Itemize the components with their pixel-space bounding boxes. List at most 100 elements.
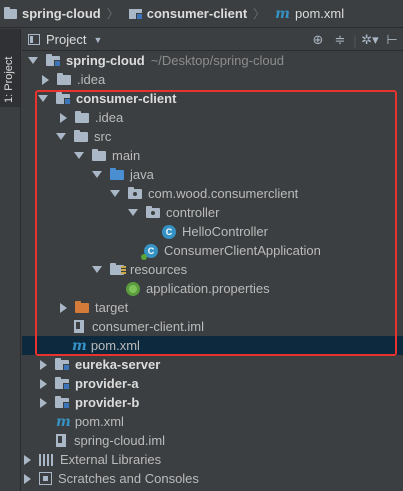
tree-item-eureka-server[interactable]: eureka-server <box>22 355 403 374</box>
collapse-arrow-icon[interactable] <box>40 359 47 370</box>
spring-properties-icon <box>126 281 140 296</box>
tree-item-label: resources <box>130 262 188 277</box>
expand-arrow-icon[interactable] <box>110 190 120 197</box>
tree-item-controller[interactable]: controller <box>22 203 403 222</box>
expand-arrow-icon[interactable] <box>128 209 138 216</box>
collapse-arrow-icon[interactable] <box>42 74 49 85</box>
tree-item-pom-xml-selected[interactable]: m pom.xml <box>22 336 403 355</box>
expand-arrow-icon[interactable] <box>92 266 102 273</box>
libraries-icon <box>39 453 54 466</box>
tree-item-root-pom-xml[interactable]: m pom.xml <box>22 412 403 431</box>
view-dropdown-icon[interactable]: ▼ <box>93 35 102 45</box>
tree-item-consumer-client-iml[interactable]: consumer-client.iml <box>22 317 403 336</box>
tree-item-label: pom.xml <box>74 414 124 429</box>
iml-file-icon <box>56 434 66 447</box>
java-class-icon: C <box>162 224 176 239</box>
tree-item-external-libraries[interactable]: External Libraries <box>22 450 403 469</box>
expand-arrow-icon[interactable] <box>74 152 84 159</box>
collapse-arrow-icon[interactable] <box>40 397 47 408</box>
tree-item-consumer-client-application[interactable]: C ConsumerClientApplication <box>22 241 403 260</box>
expand-arrow-icon[interactable] <box>38 95 48 102</box>
collapse-arrow-icon[interactable] <box>24 454 31 465</box>
collapse-arrow-icon[interactable] <box>24 473 31 484</box>
tool-window-stripe: 1: Project <box>0 29 21 491</box>
resources-folder-icon <box>110 262 126 275</box>
tree-item-label: spring-cloud.iml <box>74 433 166 448</box>
tree-item-resources[interactable]: resources <box>22 260 403 279</box>
toolbar-divider: | <box>353 32 357 48</box>
breadcrumb-consumer-client[interactable]: consumer-client 〉 <box>128 0 275 28</box>
module-folder-icon <box>55 395 70 409</box>
settings-gear-icon[interactable]: ✲▾ <box>359 32 381 48</box>
excluded-folder-icon <box>75 300 89 313</box>
tree-item-label: provider-a <box>75 376 139 391</box>
tree-item-label: External Libraries <box>60 452 162 467</box>
tree-item-provider-a[interactable]: provider-a <box>22 374 403 393</box>
breadcrumb-separator: 〉 <box>253 7 266 21</box>
maven-icon: m <box>72 337 87 354</box>
tree-item-label: .idea <box>77 72 106 87</box>
tree-item-label: spring-cloud <box>66 53 145 68</box>
breadcrumb-label: consumer-client <box>146 6 248 21</box>
panel-title[interactable]: Project <box>46 32 86 47</box>
expand-arrow-icon[interactable] <box>28 57 38 64</box>
tree-item-label: src <box>94 129 112 144</box>
tree-item-spring-cloud[interactable]: spring-cloud ~/Desktop/spring-cloud <box>22 51 403 70</box>
source-folder-icon <box>110 167 124 180</box>
breadcrumb-pom-xml[interactable]: m pom.xml <box>275 0 350 28</box>
tree-item-label: consumer-client.iml <box>92 319 204 334</box>
tree-item-spring-cloud-iml[interactable]: spring-cloud.iml <box>22 431 403 450</box>
maven-icon: m <box>275 5 290 22</box>
tree-item-label: Scratches and Consoles <box>58 471 199 486</box>
tree-item-src[interactable]: src <box>22 127 403 146</box>
breadcrumb-spring-cloud[interactable]: spring-cloud 〉 <box>4 0 129 28</box>
tree-item-package[interactable]: com.wood.consumerclient <box>22 184 403 203</box>
tree-item-label: controller <box>166 205 220 220</box>
hide-panel-icon[interactable]: ⊢ <box>381 32 403 48</box>
tree-item-label: provider-b <box>75 395 140 410</box>
tree-item-label: eureka-server <box>75 357 161 372</box>
module-folder-icon <box>56 91 71 105</box>
tree-item-provider-b[interactable]: provider-b <box>22 393 403 412</box>
collapse-arrow-icon[interactable] <box>60 112 67 123</box>
tree-item-label: HelloController <box>182 224 268 239</box>
tree-item-target[interactable]: target <box>22 298 403 317</box>
project-tab-label: 1: Project <box>3 56 15 103</box>
tree-item-idea[interactable]: .idea <box>22 70 403 89</box>
tree-item-path: ~/Desktop/spring-cloud <box>150 53 285 68</box>
tree-item-label: java <box>130 167 154 182</box>
tree-item-hello-controller[interactable]: C HelloController <box>22 222 403 241</box>
tree-item-label: pom.xml <box>90 338 140 353</box>
tree-item-main[interactable]: main <box>22 146 403 165</box>
folder-icon <box>57 72 71 85</box>
tree-item-label: com.wood.consumerclient <box>148 186 299 201</box>
expand-arrow-icon[interactable] <box>92 171 102 178</box>
folder-icon <box>75 110 89 123</box>
tree-item-scratches[interactable]: Scratches and Consoles <box>22 469 403 488</box>
tree-item-java[interactable]: java <box>22 165 403 184</box>
tree-item-label: consumer-client <box>76 91 177 106</box>
tree-item-label: main <box>112 148 141 163</box>
folder-icon <box>4 6 17 19</box>
folder-icon <box>74 129 88 142</box>
package-icon <box>146 205 160 218</box>
navigation-bar: spring-cloud 〉 consumer-client 〉 m pom.x… <box>0 0 403 28</box>
breadcrumb-label: pom.xml <box>295 6 345 21</box>
project-panel-header: Project ▼ ⊕ ≑ | ✲▾ ⊢ <box>22 29 403 51</box>
tree-item-idea[interactable]: .idea <box>22 108 403 127</box>
tree-item-consumer-client[interactable]: consumer-client <box>22 89 403 108</box>
tree-item-application-properties[interactable]: application.properties <box>22 279 403 298</box>
project-tree[interactable]: spring-cloud ~/Desktop/spring-cloud .ide… <box>22 51 403 491</box>
tree-item-label: ConsumerClientApplication <box>164 243 321 258</box>
maven-icon: m <box>56 413 71 430</box>
collapse-arrow-icon[interactable] <box>60 302 67 313</box>
panel-toolbar: ⊕ ≑ | ✲▾ ⊢ <box>307 29 403 51</box>
folder-icon <box>92 148 106 161</box>
project-tool-window-tab[interactable]: 1: Project <box>0 29 20 107</box>
scroll-from-source-icon[interactable]: ⊕ <box>307 32 329 48</box>
expand-arrow-icon[interactable] <box>56 133 66 140</box>
collapse-all-icon[interactable]: ≑ <box>329 32 351 48</box>
module-folder-icon <box>128 8 143 20</box>
collapse-arrow-icon[interactable] <box>40 378 47 389</box>
project-view-icon <box>28 34 40 45</box>
